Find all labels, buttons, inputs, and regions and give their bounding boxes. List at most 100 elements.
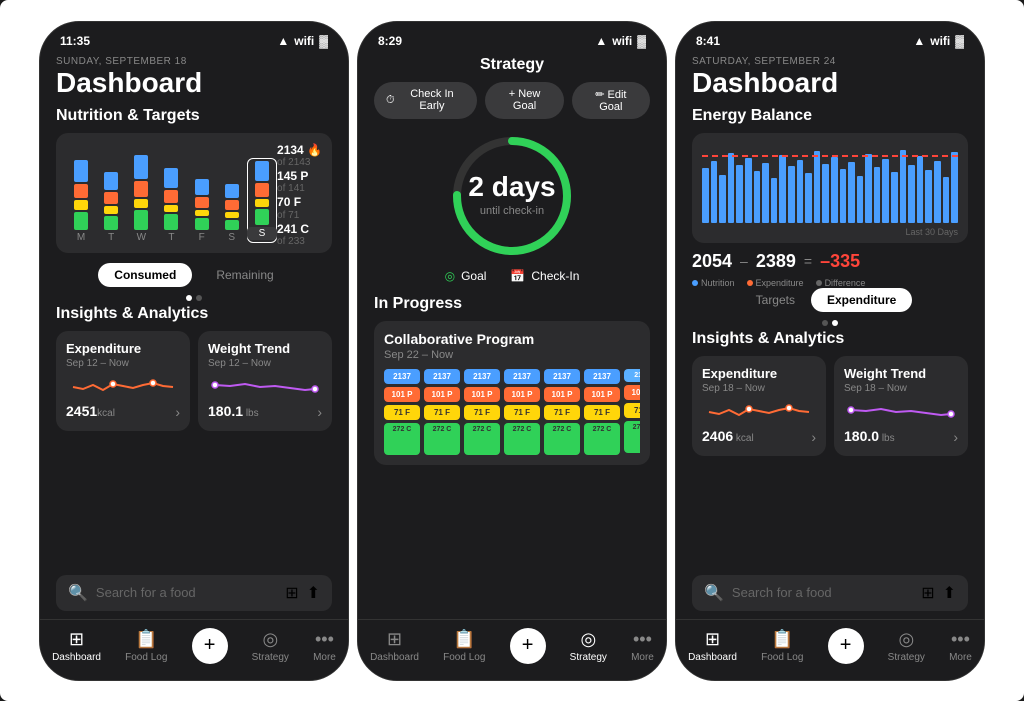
tab-expenditure-3[interactable]: Expenditure xyxy=(811,288,912,312)
phone-1: 11:35 ▲ wifi ▓ SUNDAY, SEPTEMBER 18 Dash… xyxy=(39,21,349,681)
phone3-content: SATURDAY, SEPTEMBER 24 Dashboard Energy … xyxy=(676,52,984,567)
nav-add-3[interactable]: + xyxy=(828,628,864,664)
nav-add-1[interactable]: + xyxy=(192,628,228,664)
bar-w-protein xyxy=(134,181,148,197)
wifi-icon-2: wifi xyxy=(612,34,632,48)
nav-dashboard-2[interactable]: ⊞ Dashboard xyxy=(370,629,419,663)
share-icon-3[interactable]: ⬆ xyxy=(943,583,956,603)
insight-wt-date-3: Sep 18 – Now xyxy=(844,383,958,394)
energy-legend-3: Nutrition Expenditure Difference xyxy=(692,278,968,288)
day-col-s-active: S xyxy=(247,158,277,243)
barcode-icon-3[interactable]: ⊞ xyxy=(921,583,934,603)
search-icon-1: 🔍 xyxy=(68,583,88,603)
barcode-icon-1[interactable]: ⊞ xyxy=(285,583,298,603)
foodlog-icon-2: 📋 xyxy=(453,629,475,650)
signal-icon: ▲ xyxy=(277,34,289,48)
search-right-icons-1: ⊞ ⬆ xyxy=(285,583,320,603)
chart-bar xyxy=(865,154,872,223)
insight-wt-arrow-3[interactable]: › xyxy=(953,429,958,445)
prog-col-2: 2137 101 P 71 F 272 C xyxy=(424,369,460,455)
time-2: 8:29 xyxy=(378,34,402,48)
day-t2: T xyxy=(156,232,186,243)
search-bar-1[interactable]: 🔍 Search for a food ⊞ ⬆ xyxy=(56,575,332,611)
nav-strategy-1[interactable]: ◎ Strategy xyxy=(252,629,289,663)
phone-2: 8:29 ▲ wifi ▓ Strategy ⏱ Check In Early … xyxy=(357,21,667,681)
strategy-icon-3: ◎ xyxy=(898,629,914,650)
chart-bar xyxy=(711,161,718,223)
bottom-nav-1: ⊞ Dashboard 📋 Food Log + ◎ Strategy ••• … xyxy=(40,619,348,680)
time-3: 8:41 xyxy=(696,34,720,48)
in-progress-section: Collaborative Program Sep 22 – Now 2137 … xyxy=(374,321,650,465)
insight-exp-unit-3: kcal xyxy=(733,433,754,444)
chart-bar xyxy=(797,160,804,223)
insight-card-expenditure-3[interactable]: Expenditure Sep 18 – Now 2406 kcal › xyxy=(692,356,826,456)
goal-label: Goal xyxy=(461,269,486,283)
foodlog-icon-3: 📋 xyxy=(771,629,793,650)
prog-title: Collaborative Program xyxy=(384,331,640,347)
bar-m-cal xyxy=(74,160,88,182)
prog-cell-carb-6: 272 C xyxy=(584,423,620,455)
edit-goal-btn[interactable]: ✏ Edit Goal xyxy=(572,82,650,119)
nav-foodlog-1[interactable]: 📋 Food Log xyxy=(125,629,167,663)
insight-exp-title-1: Expenditure xyxy=(66,341,180,356)
insight-wt-unit-1: lbs xyxy=(243,408,259,419)
sparkline-wt-1 xyxy=(208,377,322,397)
share-icon-1[interactable]: ⬆ xyxy=(307,583,320,603)
nav-more-2[interactable]: ••• More xyxy=(631,629,654,663)
nav-foodlog-3[interactable]: 📋 Food Log xyxy=(761,629,803,663)
legend-difference-label: Difference xyxy=(825,278,866,288)
tab-targets-3[interactable]: Targets xyxy=(748,288,803,312)
nav-dashboard-label-1: Dashboard xyxy=(52,652,101,663)
chart-bar xyxy=(719,175,726,223)
insight-wt-arrow-1[interactable]: › xyxy=(317,404,322,420)
search-bar-3[interactable]: 🔍 Search for a food ⊞ ⬆ xyxy=(692,575,968,611)
insight-exp-arrow-3[interactable]: › xyxy=(811,429,816,445)
new-goal-btn[interactable]: + New Goal xyxy=(485,82,563,119)
prog-cell-carb-2: 272 C xyxy=(424,423,460,455)
prog-cell-carb-7: 272 C xyxy=(624,421,640,453)
bar-t2-cal xyxy=(164,168,178,188)
chart-bar xyxy=(745,158,752,223)
bar-s-cal xyxy=(225,184,239,198)
bar-sa-cal xyxy=(255,161,269,181)
checkin-early-btn[interactable]: ⏱ Check In Early xyxy=(374,82,477,119)
nav-add-2[interactable]: + xyxy=(510,628,546,664)
legend-dot-gray xyxy=(816,280,822,286)
prog-cell-cal-4: 2137 xyxy=(504,369,540,384)
signal-icon-2: ▲ xyxy=(595,34,607,48)
goal-item[interactable]: ◎ Goal xyxy=(445,269,487,283)
insight-exp-arrow-1[interactable]: › xyxy=(175,404,180,420)
bar-t-fat xyxy=(104,206,118,214)
add-icon-1: + xyxy=(204,634,216,657)
prog-cell-prot-6: 101 P xyxy=(584,387,620,402)
checkin-label: Check-In xyxy=(531,269,579,283)
date-label-1: SUNDAY, SEPTEMBER 18 xyxy=(56,56,332,67)
bars-area: M T xyxy=(66,143,277,243)
chart-bar xyxy=(736,165,743,223)
prog-cell-cal-1: 2137 xyxy=(384,369,420,384)
chart-bar xyxy=(848,162,855,223)
consumed-btn[interactable]: Consumed xyxy=(98,263,192,287)
search-right-icons-3: ⊞ ⬆ xyxy=(921,583,956,603)
nav-more-1[interactable]: ••• More xyxy=(313,629,336,663)
bar-t2-protein xyxy=(164,190,178,203)
insight-card-weight-3[interactable]: Weight Trend Sep 18 – Now 180.0 lbs › xyxy=(834,356,968,456)
nav-strategy-3[interactable]: ◎ Strategy xyxy=(888,629,925,663)
bar-t-carb xyxy=(104,216,118,230)
insight-card-expenditure-1[interactable]: Expenditure Sep 12 – Now 2451kcal › xyxy=(56,331,190,431)
checkin-item[interactable]: 📅 Check-In xyxy=(510,269,579,283)
chart-bar xyxy=(891,172,898,223)
stat-protein-sub: of 141 xyxy=(277,183,322,195)
nav-strategy-2[interactable]: ◎ Strategy xyxy=(570,629,607,663)
energy-stats-3: 2054 – 2389 = –335 xyxy=(692,251,968,272)
nav-dashboard-3[interactable]: ⊞ Dashboard xyxy=(688,629,737,663)
remaining-btn[interactable]: Remaining xyxy=(200,263,289,287)
checkin-early-label: Check In Early xyxy=(399,88,466,112)
nav-dashboard-1[interactable]: ⊞ Dashboard xyxy=(52,629,101,663)
nav-foodlog-2[interactable]: 📋 Food Log xyxy=(443,629,485,663)
stat-cal-sub: of 2143 xyxy=(277,157,322,169)
nav-more-3[interactable]: ••• More xyxy=(949,629,972,663)
bar-w-cal xyxy=(134,155,148,179)
insight-card-weight-1[interactable]: Weight Trend Sep 12 – Now 180.1 lbs › xyxy=(198,331,332,431)
timer-circle: 2 days until check-in xyxy=(447,131,577,261)
